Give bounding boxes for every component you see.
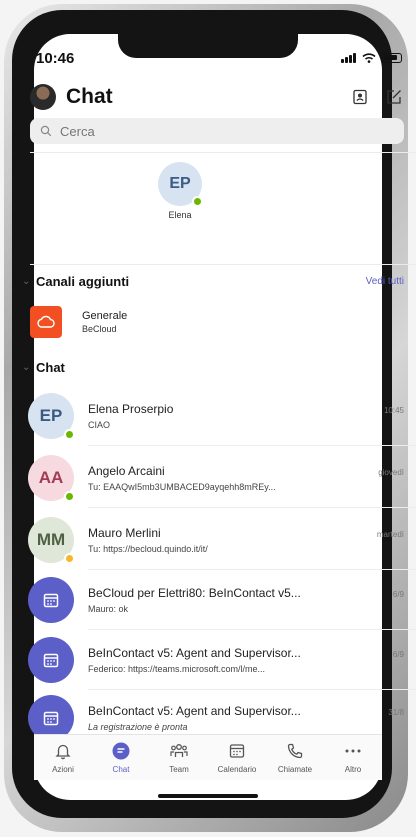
presence-away-icon bbox=[64, 553, 75, 564]
avatar-initials: AA bbox=[38, 468, 64, 487]
presence-available-icon bbox=[192, 196, 203, 207]
tab-label: Team bbox=[169, 765, 189, 774]
tab-chat[interactable]: Chat bbox=[94, 741, 148, 774]
tab-label: Chat bbox=[112, 765, 130, 774]
avatar bbox=[28, 577, 74, 623]
tab-team[interactable]: Team bbox=[152, 741, 206, 774]
chat-preview: Tu: https://becloud.quindo.it/it/ bbox=[88, 544, 208, 554]
chat-name: BeCloud per Elettri80: BeInContact v5... bbox=[88, 586, 301, 600]
tab-chiamate[interactable]: Chiamate bbox=[268, 741, 322, 774]
contacts-button[interactable] bbox=[350, 87, 370, 107]
search-icon bbox=[40, 125, 52, 137]
avatar[interactable] bbox=[30, 84, 56, 110]
avatar: EP bbox=[28, 393, 75, 440]
tab-calendario[interactable]: Calendario bbox=[210, 741, 264, 774]
team-icon bbox=[170, 744, 188, 757]
header: Chat bbox=[30, 82, 404, 112]
chat-preview: Mauro: ok bbox=[88, 604, 129, 614]
chat-list-item[interactable]: BeInContact v5: Agent and Supervisor... … bbox=[28, 630, 416, 690]
calendar-icon bbox=[43, 593, 59, 608]
chat-list-item[interactable]: MM Mauro Merlini martedì Tu: https://bec… bbox=[28, 510, 416, 570]
signal-icon bbox=[341, 53, 356, 63]
avatar-initials: EP bbox=[39, 406, 63, 425]
team-logo-icon bbox=[30, 306, 62, 338]
tab-altro[interactable]: Altro bbox=[326, 741, 380, 774]
chat-name: Mauro Merlini bbox=[88, 526, 161, 540]
favorite-name: Elena bbox=[168, 210, 192, 220]
section-title: Chat bbox=[36, 359, 65, 375]
chat-list-item[interactable]: EP Elena Proserpio 10:45 CIAO bbox=[28, 386, 416, 446]
search-input[interactable] bbox=[60, 123, 300, 139]
favorite-contact[interactable]: EP Elena bbox=[150, 162, 210, 220]
avatar-initials: MM bbox=[36, 530, 66, 549]
divider bbox=[30, 264, 416, 265]
channels-section-header[interactable]: ⌄ Canali aggiunti Vedi tutti bbox=[22, 272, 404, 290]
avatar: AA bbox=[28, 455, 75, 502]
header-actions bbox=[350, 87, 404, 107]
tab-bar: Azioni Chat Team Calendario Chiamate Alt… bbox=[34, 734, 382, 780]
tab-azioni[interactable]: Azioni bbox=[36, 741, 90, 774]
calendar-icon bbox=[43, 711, 59, 726]
more-icon bbox=[345, 749, 361, 753]
chat-name: BeInContact v5: Agent and Supervisor... bbox=[88, 704, 301, 718]
tab-label: Calendario bbox=[217, 765, 257, 774]
contacts-icon bbox=[353, 89, 367, 105]
divider bbox=[30, 152, 416, 153]
wifi-icon bbox=[362, 53, 376, 63]
chat-name: Angelo Arcaini bbox=[88, 464, 165, 478]
tab-label: Azioni bbox=[52, 765, 74, 774]
chat-preview: Federico: https://teams.microsoft.com/l/… bbox=[88, 664, 266, 674]
chevron-down-icon: ⌄ bbox=[22, 275, 31, 287]
chat-preview: Tu: EAAQwI5mb3UMBACED9ayqehh8mREy... bbox=[88, 482, 276, 492]
chat-time: 10:45 bbox=[383, 406, 404, 415]
chat-section-header[interactable]: ⌄ Chat bbox=[22, 358, 404, 376]
calendar-icon bbox=[229, 744, 245, 758]
chat-list-item[interactable]: BeCloud per Elettri80: BeInContact v5...… bbox=[28, 570, 416, 630]
phone-notch bbox=[118, 34, 298, 58]
chevron-down-icon: ⌄ bbox=[22, 361, 31, 373]
chat-time: martedì bbox=[376, 530, 404, 539]
avatar-initials: EP bbox=[169, 175, 191, 192]
chat-time: 6/9 bbox=[392, 650, 404, 659]
status-icons bbox=[341, 53, 402, 63]
chat-preview: La registrazione è pronta bbox=[88, 722, 188, 732]
phone-icon bbox=[287, 743, 303, 759]
tab-label: Chiamate bbox=[277, 765, 313, 774]
search-bar[interactable] bbox=[30, 118, 404, 144]
avatar bbox=[28, 637, 74, 683]
compose-icon bbox=[387, 90, 401, 104]
bell-icon bbox=[55, 744, 71, 760]
presence-available-icon bbox=[64, 429, 75, 440]
new-chat-button[interactable] bbox=[384, 87, 404, 107]
home-indicator[interactable] bbox=[158, 794, 258, 798]
presence-available-icon bbox=[64, 491, 75, 502]
chat-time: 6/9 bbox=[392, 590, 404, 599]
avatar: MM bbox=[28, 517, 75, 564]
page-title: Chat bbox=[66, 85, 113, 108]
avatar: EP bbox=[158, 162, 203, 207]
chat-name: BeInContact v5: Agent and Supervisor... bbox=[88, 646, 301, 660]
channel-name: Generale bbox=[82, 310, 128, 322]
channel-item[interactable]: Generale BeCloud bbox=[30, 302, 404, 342]
chat-list-item[interactable]: AA Angelo Arcaini giovedì Tu: EAAQwI5mb3… bbox=[28, 448, 416, 508]
chat-time: 31/8 bbox=[388, 708, 404, 717]
chat-preview: CIAO bbox=[88, 420, 111, 430]
section-title: Canali aggiunti bbox=[36, 273, 130, 289]
battery-icon bbox=[382, 53, 402, 63]
status-time: 10:46 bbox=[36, 49, 75, 67]
calendar-icon bbox=[43, 653, 59, 668]
chat-name: Elena Proserpio bbox=[88, 402, 174, 416]
chat-time: giovedì bbox=[378, 468, 404, 477]
tab-label: Altro bbox=[344, 765, 362, 774]
see-all-link[interactable]: Vedi tutti bbox=[366, 276, 404, 287]
channel-team: BeCloud bbox=[82, 324, 117, 334]
chat-icon bbox=[112, 742, 130, 760]
